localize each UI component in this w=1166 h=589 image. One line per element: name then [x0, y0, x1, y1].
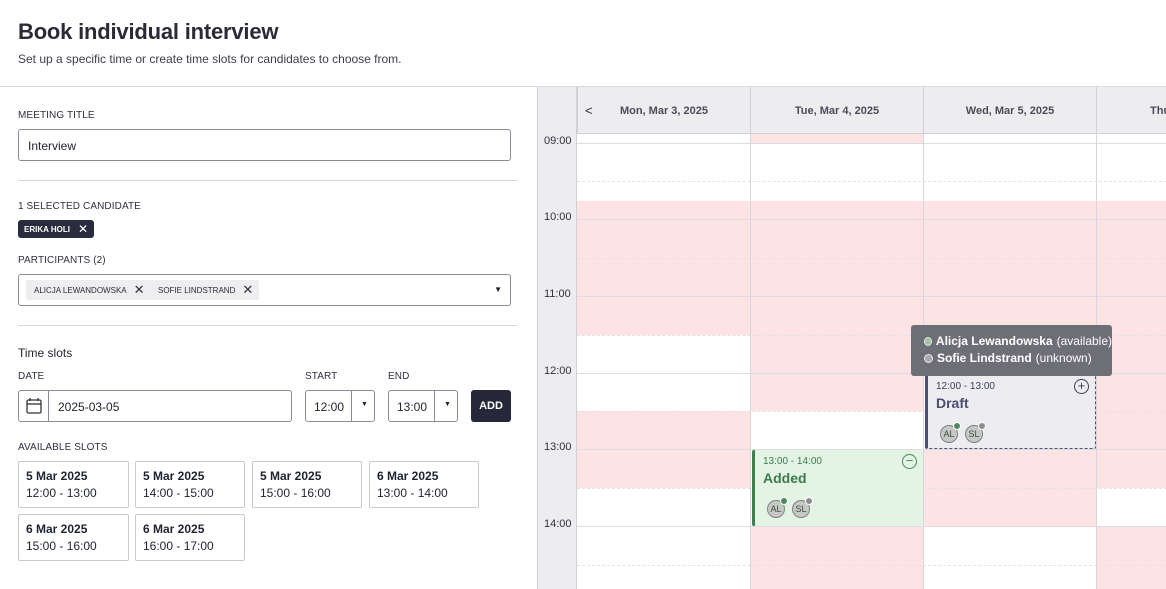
slot-card[interactable]: 6 Mar 2025 13:00 - 14:00 [369, 461, 479, 508]
avatar: SL [792, 497, 813, 518]
participant-status: (unknown) [1035, 351, 1092, 365]
participant-name: Alicja Lewandowska [935, 334, 1053, 348]
tooltip-row: Sofie Lindstrand (unknown) [924, 351, 1112, 365]
event-title: Added [763, 470, 807, 486]
hour-label: 12:00 [544, 365, 572, 377]
divider [18, 180, 517, 181]
remove-circle-icon[interactable]: − [902, 454, 917, 469]
participant-name: Sofie Lindstrand [937, 351, 1032, 365]
unknown-status-icon [805, 497, 813, 505]
available-status-icon [953, 422, 961, 430]
hour-label: 11:00 [544, 288, 571, 300]
avatar: AL [940, 422, 961, 443]
slot-date: 6 Mar 2025 [377, 469, 439, 483]
chevron-down-icon[interactable]: ▼ [494, 285, 502, 294]
time-gutter [538, 87, 577, 589]
end-label: END [388, 371, 410, 382]
slot-date: 6 Mar 2025 [143, 522, 205, 536]
slot-time: 16:00 - 17:00 [143, 539, 214, 553]
available-status-icon [924, 336, 932, 346]
divider [351, 391, 352, 421]
day-header: Wed, Mar 5, 2025 [923, 87, 1096, 134]
hour-label: 10:00 [544, 211, 572, 223]
participant-chip-label: SOFIE LINDSTRAND [158, 285, 236, 295]
end-time-select[interactable]: 13:00 ▼ [388, 390, 458, 422]
avatar-initials: AL [770, 504, 782, 514]
slot-time: 13:00 - 14:00 [377, 486, 448, 500]
remove-candidate-icon[interactable]: ✕ [78, 222, 88, 236]
available-slots-label: AVAILABLE SLOTS [18, 442, 108, 453]
day-header: Mon, Mar 3, 2025 [577, 87, 750, 134]
date-value: 2025-03-05 [58, 400, 120, 414]
time-slots-title: Time slots [18, 346, 73, 360]
hour-label: 14:00 [544, 518, 572, 530]
slot-card[interactable]: 6 Mar 2025 15:00 - 16:00 [18, 514, 129, 561]
slot-time: 15:00 - 16:00 [26, 539, 97, 553]
avatar-initials: SL [795, 504, 807, 514]
tooltip-row: Alicja Lewandowska (available) [924, 334, 1112, 348]
meeting-title-label: MEETING TITLE [18, 110, 95, 121]
slot-time: 15:00 - 16:00 [260, 486, 331, 500]
avatar: AL [767, 497, 788, 518]
chevron-down-icon[interactable]: ▼ [444, 401, 451, 408]
unknown-status-icon [978, 422, 986, 430]
slot-date: 5 Mar 2025 [143, 469, 205, 483]
participant-chip-label: ALICJA LEWANDOWSKA [34, 285, 127, 295]
page-subtitle: Set up a specific time or create time sl… [18, 52, 402, 66]
start-label: START [305, 371, 338, 382]
event-title: Draft [936, 395, 969, 411]
slot-time: 12:00 - 13:00 [26, 486, 97, 500]
page-title: Book individual interview [18, 19, 279, 44]
avatar: SL [965, 422, 986, 443]
hour-label: 09:00 [544, 135, 572, 147]
divider [434, 391, 435, 421]
participants-label: PARTICIPANTS (2) [18, 255, 106, 266]
date-field[interactable]: 2025-03-05 [18, 390, 292, 422]
avatar-initials: SL [968, 429, 980, 439]
chevron-down-icon[interactable]: ▼ [361, 401, 368, 408]
page-header: Book individual interview Set up a speci… [0, 0, 1166, 87]
hour-label: 13:00 [544, 441, 572, 453]
slot-card[interactable]: 5 Mar 2025 15:00 - 16:00 [252, 461, 362, 508]
event-added[interactable]: 13:00 - 14:00 Added − AL SL [752, 450, 923, 526]
remove-participant-icon[interactable]: ✕ [242, 282, 253, 298]
meeting-title-input[interactable]: Interview [18, 129, 511, 161]
divider [18, 325, 517, 326]
available-status-icon [780, 497, 788, 505]
slot-date: 5 Mar 2025 [260, 469, 322, 483]
event-time: 13:00 - 14:00 [763, 456, 822, 467]
slot-date: 5 Mar 2025 [26, 469, 88, 483]
slot-date: 6 Mar 2025 [26, 522, 88, 536]
avatar-initials: AL [943, 429, 955, 439]
add-slot-button[interactable]: ADD [471, 390, 511, 422]
add-circle-icon[interactable]: + [1074, 379, 1089, 394]
candidate-chip: ERIKA HOLI ✕ [18, 220, 94, 238]
unknown-status-icon [924, 353, 933, 363]
participant-chip: ALICJA LEWANDOWSKA ✕ [26, 280, 151, 300]
selected-candidate-label: 1 SELECTED CANDIDATE [18, 201, 141, 212]
date-label: DATE [18, 371, 45, 382]
calendar-icon[interactable] [19, 391, 49, 421]
event-draft[interactable]: 12:00 - 13:00 Draft + AL SL [925, 374, 1096, 449]
start-time-select[interactable]: 12:00 ▼ [305, 390, 375, 422]
week-calendar: < Mon, Mar 3, 2025 Tue, Mar 4, 2025 Wed,… [537, 87, 1166, 589]
day-header: Thu, Mar 6, 2025 [1096, 87, 1166, 134]
day-header: Tue, Mar 4, 2025 [750, 87, 923, 134]
slot-time: 14:00 - 15:00 [143, 486, 214, 500]
participant-status: (available) [1056, 334, 1112, 348]
participant-chip: SOFIE LINDSTRAND ✕ [150, 280, 260, 300]
availability-tooltip: Alicja Lewandowska (available) Sofie Lin… [911, 325, 1112, 376]
remove-participant-icon[interactable]: ✕ [134, 282, 145, 298]
start-time-value: 12:00 [314, 400, 345, 414]
booking-form: MEETING TITLE Interview 1 SELECTED CANDI… [0, 87, 537, 589]
end-time-value: 13:00 [397, 400, 428, 414]
slot-card[interactable]: 5 Mar 2025 14:00 - 15:00 [135, 461, 245, 508]
slot-card[interactable]: 6 Mar 2025 16:00 - 17:00 [135, 514, 245, 561]
slot-card[interactable]: 5 Mar 2025 12:00 - 13:00 [18, 461, 129, 508]
event-time: 12:00 - 13:00 [936, 381, 995, 392]
candidate-chip-label: ERIKA HOLI [24, 224, 70, 234]
